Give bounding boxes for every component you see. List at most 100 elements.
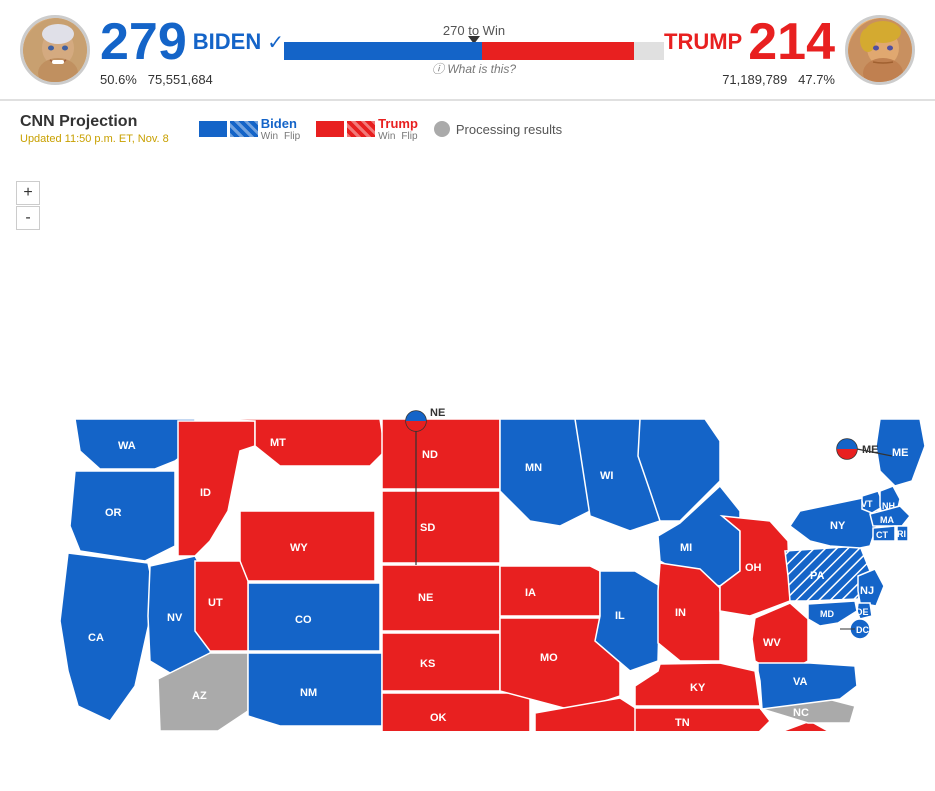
state-PA[interactable] [785, 546, 870, 601]
state-ND[interactable] [382, 419, 500, 489]
state-label-CO: CO [295, 614, 312, 626]
trump-section: TRUMP 214 71,189,789 47.7% [664, 12, 915, 87]
biden-avatar [20, 15, 90, 85]
biden-score-block: 279 BIDEN ✓ 50.6% 75,551,684 [100, 12, 284, 87]
biden-flip-box [230, 121, 258, 137]
state-label-MD: MD [820, 609, 834, 619]
trump-flip-box [347, 121, 375, 137]
biden-electoral-votes: 279 [100, 12, 187, 72]
state-label-OR: OR [105, 507, 122, 519]
ne-split-label: NE [430, 407, 445, 419]
processing-label: Processing results [456, 122, 562, 137]
state-label-VA: VA [793, 676, 808, 688]
me-split-right [837, 449, 857, 459]
trump-bar [482, 42, 634, 60]
state-label-PA: PA [810, 570, 825, 582]
trump-score-block: TRUMP 214 71,189,789 47.7% [664, 12, 835, 87]
progress-bar [284, 42, 664, 60]
projection-info: CNN Projection Updated 11:50 p.m. ET, No… [20, 113, 169, 145]
trump-win-box [316, 121, 344, 137]
remaining-bar [634, 42, 664, 60]
biden-check-icon: ✓ [267, 30, 284, 55]
trump-win-flip: Win Flip [378, 131, 418, 142]
state-CO[interactable] [248, 583, 380, 651]
biden-bar [284, 42, 482, 60]
state-label-OH: OH [745, 562, 762, 574]
state-label-NC: NC [793, 707, 809, 719]
state-label-VT: VT [861, 499, 873, 509]
what-is-this-link[interactable]: ⓘ What is this? [284, 60, 664, 77]
state-label-WI: WI [600, 470, 613, 482]
zoom-in-button[interactable]: + [16, 181, 40, 205]
state-KS[interactable] [382, 633, 500, 691]
state-label-WY: WY [290, 542, 308, 554]
state-label-OK: OK [430, 712, 447, 724]
state-IA[interactable] [500, 566, 600, 616]
state-SD[interactable] [382, 491, 500, 563]
header: 279 BIDEN ✓ 50.6% 75,551,684 270 to Win … [0, 0, 935, 101]
state-label-IL: IL [615, 610, 625, 622]
trump-name: TRUMP [664, 29, 742, 55]
map-legend-header: CNN Projection Updated 11:50 p.m. ET, No… [0, 101, 935, 151]
state-label-DE: DE [856, 607, 869, 617]
zoom-out-button[interactable]: - [16, 206, 40, 230]
state-label-CA: CA [88, 632, 104, 644]
biden-win-flip: Win Flip [261, 131, 300, 142]
biden-win-box [199, 121, 227, 137]
state-label-SD: SD [420, 522, 435, 534]
legend: Biden Win Flip Trump Win Flip Proces [199, 116, 562, 142]
state-label-NY: NY [830, 520, 846, 532]
state-label-WA: WA [118, 440, 136, 452]
processing-dot [434, 121, 450, 137]
state-label-MT: MT [270, 437, 286, 449]
state-label-ME: ME [892, 447, 909, 459]
trump-legend-item: Trump Win Flip [316, 116, 418, 142]
state-OK[interactable] [382, 693, 530, 731]
electoral-map: + - WA OR CA NV ID [0, 151, 935, 731]
state-label-RI: RI [897, 529, 906, 539]
state-label-ND: ND [422, 449, 438, 461]
state-label-KY: KY [690, 682, 706, 694]
state-label-NM: NM [300, 687, 317, 699]
biden-name: BIDEN [193, 29, 261, 55]
trump-votes: 71,189,789 [722, 72, 787, 87]
state-label-NE: NE [418, 592, 433, 604]
state-label-WV: WV [763, 637, 781, 649]
me-split-left [837, 439, 857, 449]
state-label-NV: NV [167, 612, 183, 624]
state-label-KS: KS [420, 658, 435, 670]
biden-legend-item: Biden Win Flip [199, 116, 300, 142]
state-label-MI: MI [680, 542, 692, 554]
biden-legend-label: Biden [261, 116, 300, 131]
ne-split-left [406, 411, 426, 421]
biden-section: 279 BIDEN ✓ 50.6% 75,551,684 [20, 12, 284, 87]
center-section: 270 to Win ⓘ What is this? [284, 23, 664, 77]
state-label-MN: MN [525, 462, 542, 474]
state-label-NJ: NJ [860, 585, 874, 597]
updated-text: Updated 11:50 p.m. ET, Nov. 8 [20, 133, 169, 145]
state-label-AZ: AZ [192, 690, 207, 702]
trump-electoral-votes: 214 [748, 12, 835, 72]
trump-percent: 47.7% [798, 72, 835, 87]
state-MN[interactable] [500, 419, 590, 526]
state-TN[interactable] [635, 708, 770, 731]
state-label-UT: UT [208, 597, 223, 609]
trump-avatar [845, 15, 915, 85]
state-label-TN: TN [675, 717, 690, 729]
biden-percent: 50.6% [100, 72, 137, 87]
state-label-MA: MA [880, 515, 894, 525]
state-NE[interactable] [382, 565, 500, 631]
state-CA[interactable] [60, 553, 155, 721]
us-map-svg: WA OR CA NV ID MT WY CO UT AZ NM ND [0, 151, 935, 731]
state-OR[interactable] [70, 471, 175, 561]
processing-legend-item: Processing results [434, 121, 562, 137]
zoom-controls: + - [16, 181, 40, 230]
projection-title: CNN Projection [20, 113, 169, 131]
state-label-ID: ID [200, 487, 211, 499]
trump-legend-label: Trump [378, 116, 418, 131]
state-label-IN: IN [675, 607, 686, 619]
state-label-CT: CT [876, 530, 888, 540]
state-label-IA: IA [525, 587, 536, 599]
state-label-DC: DC [856, 625, 869, 635]
state-label-MO: MO [540, 652, 558, 664]
